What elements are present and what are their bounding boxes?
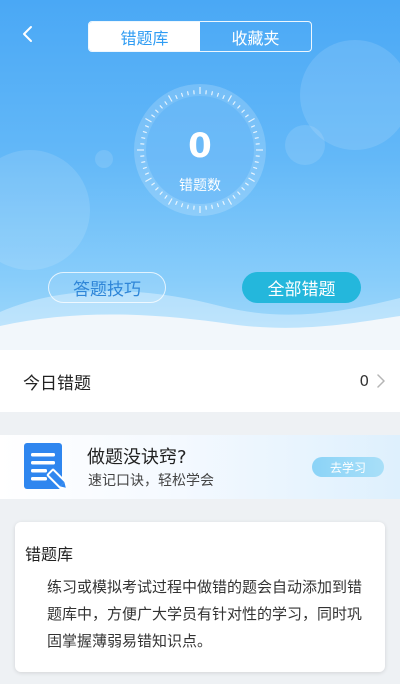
tab-error-bank[interactable]: 错题库	[89, 22, 200, 51]
segmented-tabs: 错题库 收藏夹	[88, 21, 312, 52]
answer-tips-button[interactable]: 答题技巧	[48, 272, 166, 303]
chevron-left-icon	[23, 26, 32, 42]
card-title: 错题库	[25, 545, 74, 564]
back-button[interactable]	[14, 20, 42, 48]
today-errors-row[interactable]: 今日错题 0	[0, 350, 400, 412]
header-banner: 错题库 收藏夹 0 错题数 答题技巧 全部错题	[0, 0, 400, 350]
today-errors-label: 今日错题	[23, 373, 91, 394]
promo-subtitle: 速记口诀，轻松学会	[88, 473, 214, 489]
error-count-value: 0	[188, 126, 212, 166]
dial-tick	[186, 91, 189, 96]
notes-pencil-icon	[24, 443, 68, 490]
chevron-right-icon	[377, 374, 385, 388]
tab-favorites[interactable]: 收藏夹	[200, 22, 311, 51]
dial-tick	[211, 91, 214, 96]
dial-tick	[186, 204, 189, 209]
card-description: 练习或模拟考试过程中做错的题会自动添加到错题库中，方便广大学员有针对性的学习，同…	[47, 578, 363, 650]
today-errors-count: 0	[359, 372, 369, 390]
error-count-label: 错题数	[179, 178, 221, 194]
promo-title: 做题没诀窍?	[87, 447, 187, 468]
error-count-dial: 0 错题数	[133, 83, 267, 217]
error-bank-info-card: 错题库 练习或模拟考试过程中做错的题会自动添加到错题库中，方便广大学员有针对性的…	[15, 522, 385, 672]
dial-tick	[211, 204, 214, 209]
go-study-button[interactable]: 去学习	[312, 457, 384, 477]
all-errors-button[interactable]: 全部错题	[242, 272, 361, 303]
